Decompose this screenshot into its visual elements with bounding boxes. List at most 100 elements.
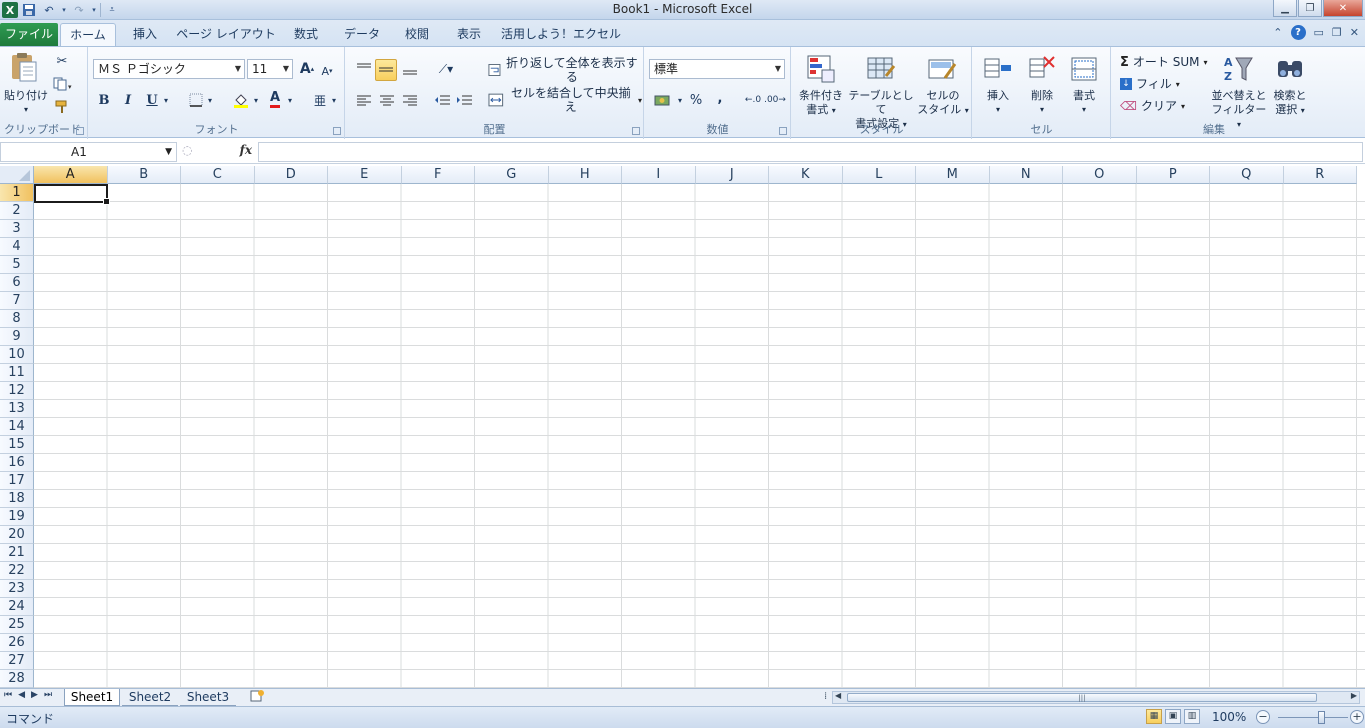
- column-header-i[interactable]: I: [622, 166, 696, 184]
- row-header-21[interactable]: 21: [0, 544, 34, 562]
- zoom-level[interactable]: 100%: [1212, 710, 1246, 724]
- scroll-right-icon[interactable]: ▶: [1351, 691, 1357, 700]
- increase-indent-icon[interactable]: [454, 91, 474, 109]
- fill-dropdown-icon[interactable]: ▾: [1176, 80, 1180, 89]
- conditional-formatting-button[interactable]: 条件付き 書式 ▾: [792, 89, 850, 118]
- doc-restore-icon[interactable]: ❐: [1332, 26, 1342, 39]
- autosum-button[interactable]: Σ オート SUM ▾: [1120, 53, 1207, 71]
- font-launcher-icon[interactable]: [333, 127, 341, 135]
- tab-page-layout[interactable]: ページ レイアウト: [176, 23, 276, 46]
- fill-color-dropdown-icon[interactable]: ▾: [251, 93, 261, 107]
- clipboard-launcher-icon[interactable]: [76, 127, 84, 135]
- font-color-icon[interactable]: A: [265, 89, 285, 109]
- tab-formulas[interactable]: 数式: [284, 23, 328, 46]
- borders-dropdown-icon[interactable]: ▾: [205, 93, 215, 107]
- orientation-icon[interactable]: ⟋▾: [434, 59, 458, 79]
- column-header-f[interactable]: F: [401, 166, 475, 184]
- comma-button[interactable]: ,: [711, 89, 729, 107]
- row-header-25[interactable]: 25: [0, 616, 34, 634]
- row-header-23[interactable]: 23: [0, 580, 34, 598]
- row-header-24[interactable]: 24: [0, 598, 34, 616]
- column-header-m[interactable]: M: [916, 166, 990, 184]
- column-header-j[interactable]: J: [695, 166, 769, 184]
- page-break-view-icon[interactable]: ▥: [1184, 709, 1200, 724]
- row-header-1[interactable]: 1: [0, 184, 34, 202]
- row-header-27[interactable]: 27: [0, 652, 34, 670]
- row-header-3[interactable]: 3: [0, 220, 34, 238]
- row-header-19[interactable]: 19: [0, 508, 34, 526]
- decrease-decimal-icon[interactable]: .00→: [764, 91, 786, 109]
- column-header-o[interactable]: O: [1063, 166, 1137, 184]
- fill-button[interactable]: ↓ フィル ▾: [1120, 75, 1180, 93]
- zoom-in-icon[interactable]: +: [1350, 710, 1364, 724]
- row-header-7[interactable]: 7: [0, 292, 34, 310]
- cell-styles-icon[interactable]: [926, 53, 958, 85]
- merge-center-dropdown-icon[interactable]: ▾: [638, 96, 642, 105]
- doc-close-icon[interactable]: ✕: [1350, 26, 1359, 39]
- help-icon[interactable]: ?: [1290, 25, 1306, 40]
- column-header-q[interactable]: Q: [1210, 166, 1284, 184]
- format-painter-icon[interactable]: [54, 99, 70, 115]
- worksheet-grid[interactable]: A B C D E F G H I J K L M N O P Q R 1 2 3 4 5 6 7 8 9 10 11 12 13 14 15 1…: [0, 166, 1365, 688]
- fill-color-icon[interactable]: [231, 91, 251, 109]
- format-cells-button[interactable]: 書式 ▾: [1063, 89, 1105, 117]
- column-header-g[interactable]: G: [475, 166, 549, 184]
- tab-view[interactable]: 表示: [448, 23, 490, 46]
- next-sheet-icon[interactable]: ▶: [31, 690, 38, 700]
- column-header-h[interactable]: H: [548, 166, 622, 184]
- row-header-12[interactable]: 12: [0, 382, 34, 400]
- zoom-slider-knob[interactable]: [1318, 711, 1325, 724]
- align-center-icon[interactable]: [377, 91, 397, 109]
- row-header-28[interactable]: 28: [0, 670, 34, 688]
- collapse-ribbon-icon[interactable]: ⌃: [1273, 26, 1282, 39]
- column-header-a[interactable]: A: [34, 166, 108, 184]
- tab-insert[interactable]: 挿入: [124, 23, 166, 46]
- tab-file[interactable]: ファイル: [0, 23, 58, 46]
- tab-katsuyou-excel[interactable]: 活用しよう！エクセル: [498, 23, 624, 46]
- clear-button[interactable]: ⌫ クリア ▾: [1120, 97, 1185, 115]
- tab-review[interactable]: 校閲: [396, 23, 438, 46]
- cell-area[interactable]: [34, 184, 1365, 688]
- italic-button[interactable]: I: [119, 91, 137, 109]
- paste-icon[interactable]: [8, 51, 40, 83]
- find-select-dropdown-icon[interactable]: ▾: [1301, 106, 1305, 115]
- row-header-9[interactable]: 9: [0, 328, 34, 346]
- find-select-button[interactable]: 検索と 選択 ▾: [1268, 89, 1312, 118]
- insert-cells-button[interactable]: 挿入 ▾: [977, 89, 1019, 117]
- horizontal-scrollbar[interactable]: ◀ ||| ▶: [832, 691, 1360, 704]
- doc-minimize-icon[interactable]: ▭: [1314, 26, 1324, 39]
- horizontal-scroll-thumb[interactable]: |||: [847, 693, 1317, 702]
- font-color-dropdown-icon[interactable]: ▾: [285, 93, 295, 107]
- align-middle-icon[interactable]: [375, 59, 397, 81]
- insert-function-icon[interactable]: fx: [240, 143, 252, 157]
- column-header-k[interactable]: K: [769, 166, 843, 184]
- zoom-slider[interactable]: [1278, 717, 1348, 718]
- currency-dropdown-icon[interactable]: ▾: [675, 93, 685, 107]
- first-sheet-icon[interactable]: ⏮: [4, 690, 12, 700]
- delete-cells-icon[interactable]: [1025, 53, 1057, 85]
- column-header-n[interactable]: N: [989, 166, 1063, 184]
- row-header-16[interactable]: 16: [0, 454, 34, 472]
- merge-center-button[interactable]: セルを結合して中央揃え ▾: [488, 86, 642, 114]
- font-size-dropdown-icon[interactable]: ▼: [283, 60, 289, 78]
- copy-icon[interactable]: ▾: [52, 76, 74, 92]
- row-header-13[interactable]: 13: [0, 400, 34, 418]
- row-header-4[interactable]: 4: [0, 238, 34, 256]
- phonetic-icon[interactable]: 亜: [311, 91, 329, 109]
- cut-icon[interactable]: ✂: [54, 53, 70, 69]
- close-icon[interactable]: ✕: [1323, 0, 1363, 17]
- currency-icon[interactable]: [651, 91, 675, 109]
- format-as-table-icon[interactable]: [865, 53, 897, 85]
- increase-decimal-icon[interactable]: ←.0: [743, 91, 763, 109]
- conditional-formatting-icon[interactable]: [805, 53, 837, 85]
- paste-button[interactable]: 貼り付け: [2, 89, 50, 103]
- normal-view-icon[interactable]: ▦: [1146, 709, 1162, 724]
- row-header-10[interactable]: 10: [0, 346, 34, 364]
- bold-button[interactable]: B: [95, 91, 113, 109]
- last-sheet-icon[interactable]: ⏭: [44, 690, 52, 700]
- font-name-dropdown-icon[interactable]: ▼: [235, 60, 241, 78]
- underline-dropdown-icon[interactable]: ▾: [161, 93, 171, 107]
- active-cell[interactable]: [34, 184, 110, 205]
- row-header-26[interactable]: 26: [0, 634, 34, 652]
- row-header-17[interactable]: 17: [0, 472, 34, 490]
